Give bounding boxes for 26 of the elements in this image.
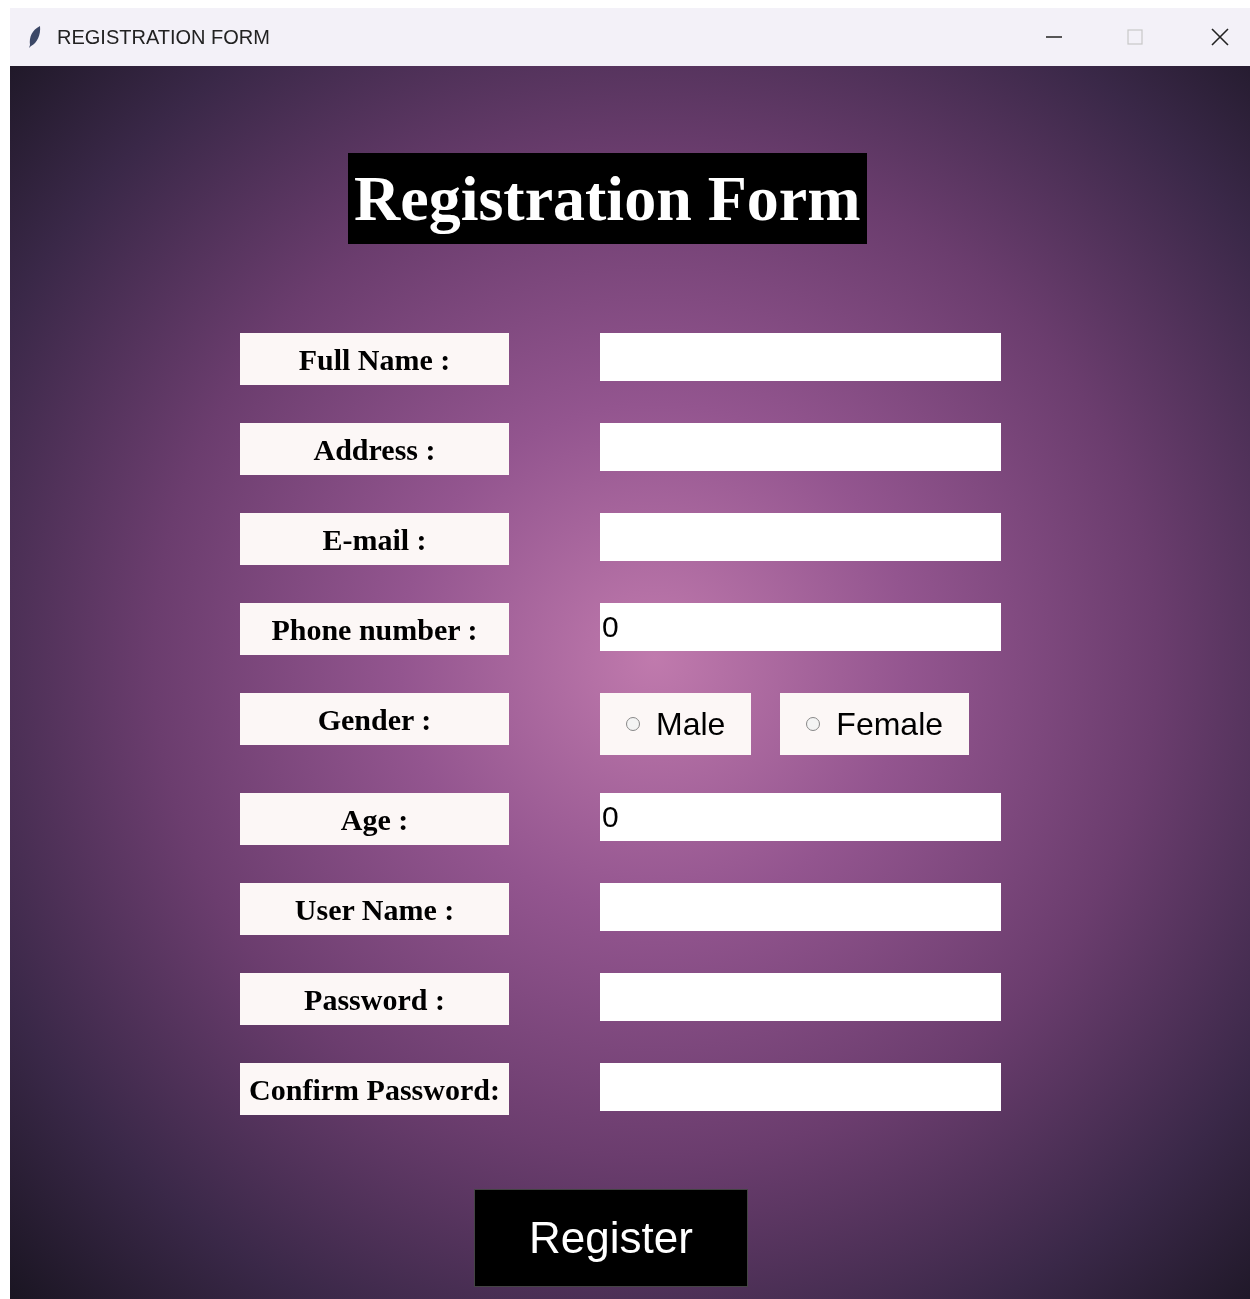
field-label: Confirm Password: (240, 1063, 509, 1115)
input-field[interactable] (600, 1063, 1001, 1111)
radio-button[interactable] (626, 717, 640, 731)
input-field[interactable] (600, 423, 1001, 471)
input-field[interactable] (600, 513, 1001, 561)
field-label: User Name : (240, 883, 509, 935)
field-label: Gender : (240, 693, 509, 745)
feather-icon (28, 25, 42, 49)
maximize-icon[interactable] (1127, 29, 1143, 45)
field-label: Phone number : (240, 603, 509, 655)
field-label: Age : (240, 793, 509, 845)
radio-option[interactable]: Female (780, 693, 970, 755)
input-field[interactable]: 0 (600, 793, 1001, 841)
input-field[interactable] (600, 883, 1001, 931)
field-label: Full Name : (240, 333, 509, 385)
radio-button[interactable] (806, 717, 821, 731)
close-icon[interactable] (1211, 28, 1229, 46)
input-field[interactable]: 0 (600, 603, 1001, 651)
field-label: Password : (240, 973, 509, 1025)
field-label: Address : (240, 423, 509, 475)
radio-option[interactable]: Male (600, 693, 752, 755)
field-label: E-mail : (240, 513, 509, 565)
input-field[interactable] (600, 973, 1001, 1021)
register-button[interactable]: Register (474, 1189, 748, 1287)
window-title: REGISTRATION FORM (57, 25, 270, 50)
input-field[interactable] (600, 333, 1001, 381)
